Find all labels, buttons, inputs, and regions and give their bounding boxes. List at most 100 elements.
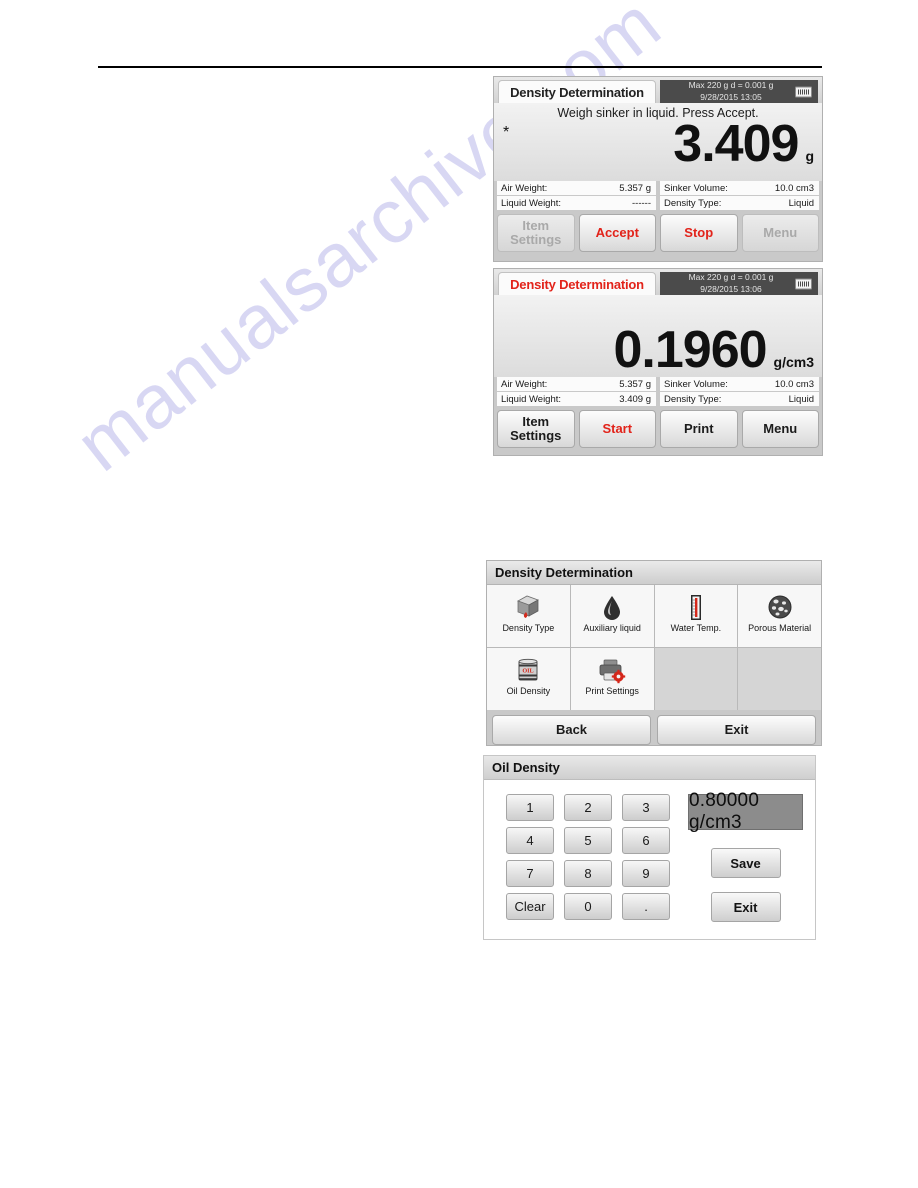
screen1-statusbar: Max 220 g d = 0.001 g 9/28/2015 13:05: [660, 80, 818, 103]
info-density-type: Density Type: Liquid: [660, 392, 819, 406]
screen1-button-row: Item Settings Accept Stop Menu: [494, 210, 822, 257]
key-5[interactable]: 5: [564, 827, 612, 854]
density-screen-weighing: Density Determination Max 220 g d = 0.00…: [493, 76, 823, 262]
numeric-keypad: 1 2 3 4 5 6 7 8 9 Clear 0 .: [506, 794, 670, 922]
info-liquid-weight-value: 3.409 g: [619, 393, 651, 405]
info-air-weight: Air Weight: 5.357 g: [497, 181, 656, 195]
key-clear[interactable]: Clear: [506, 893, 554, 920]
info-liquid-weight-label: Liquid Weight:: [501, 393, 562, 405]
menu-tile-label: Auxiliary liquid: [583, 623, 641, 633]
screen1-primary-unit: g: [805, 148, 814, 165]
oil-barrel-icon: OIL: [513, 653, 543, 687]
menu-tile-print-settings[interactable]: Print Settings: [570, 648, 654, 710]
menu-tile-empty-2: [738, 648, 821, 710]
density-menu-screen: Density Determination Density Type Auxil…: [486, 560, 822, 746]
screen1-titlebar: Density Determination Max 220 g d = 0.00…: [494, 77, 822, 103]
screen1-app-tab[interactable]: Density Determination: [498, 80, 656, 103]
cube-with-droplet-icon: [513, 590, 543, 624]
item-settings-button[interactable]: Item Settings: [497, 214, 575, 252]
info-liquid-weight-label: Liquid Weight:: [501, 197, 562, 209]
info-liquid-weight: Liquid Weight: ------: [497, 196, 656, 210]
menu-tile-density-type[interactable]: Density Type: [487, 585, 570, 647]
info-sinker-volume-value: 10.0 cm3: [774, 182, 814, 194]
menu-button[interactable]: Menu: [741, 214, 819, 252]
printer-gear-icon: [596, 653, 628, 687]
exit-button[interactable]: Exit: [710, 892, 781, 922]
screen2-statusbar: Max 220 g d = 0.001 g 9/28/2015 13:06: [660, 272, 818, 295]
stability-asterisk: *: [503, 124, 510, 141]
item-settings-line2: Settings: [510, 428, 562, 443]
printer-connector-icon: [795, 86, 812, 97]
menu-button[interactable]: Menu: [741, 410, 819, 448]
screen2-capacity-readability: Max 220 g d = 0.001 g: [688, 272, 774, 283]
key-2[interactable]: 2: [564, 794, 612, 821]
svg-text:OIL: OIL: [523, 667, 534, 674]
back-button[interactable]: Back: [492, 715, 651, 745]
info-sinker-volume-label: Sinker Volume:: [664, 182, 728, 194]
exit-button[interactable]: Exit: [657, 715, 816, 745]
menu-tile-label: Print Settings: [585, 686, 639, 696]
info-air-weight-label: Air Weight:: [501, 182, 548, 194]
info-density-type: Density Type: Liquid: [660, 196, 819, 210]
info-liquid-weight: Liquid Weight: 3.409 g: [497, 392, 656, 406]
info-sinker-volume-label: Sinker Volume:: [664, 378, 728, 390]
printer-connector-icon: [795, 278, 812, 289]
oil-density-keypad-screen: Oil Density 1 2 3 4 5 6 7 8 9 Clear 0 . …: [483, 755, 816, 940]
page-header-rule: [98, 66, 822, 68]
info-sinker-volume: Sinker Volume: 10.0 cm3: [660, 181, 819, 195]
key-decimal-point[interactable]: .: [622, 893, 670, 920]
menu-tile-label: Density Type: [502, 623, 555, 633]
key-8[interactable]: 8: [564, 860, 612, 887]
thermometer-icon: [681, 590, 711, 624]
info-liquid-weight-value: ------: [632, 197, 651, 209]
menu-tile-water-temp[interactable]: Water Temp.: [654, 585, 738, 647]
accept-button[interactable]: Accept: [578, 214, 656, 252]
save-button[interactable]: Save: [710, 848, 781, 878]
menu-icon-grid: Density Type Auxiliary liquid Water Temp…: [487, 585, 821, 710]
screen2-app-tab[interactable]: Density Determination: [498, 272, 656, 295]
screen2-primary-value: 0.1960: [613, 320, 767, 379]
screen2-info-grid: Air Weight: 5.357 g Sinker Volume: 10.0 …: [494, 377, 822, 406]
droplet-icon: [597, 590, 627, 624]
screen2-titlebar: Density Determination Max 220 g d = 0.00…: [494, 269, 822, 295]
screen1-capacity-readability: Max 220 g d = 0.001 g: [688, 80, 774, 91]
screen2-datetime: 9/28/2015 13:06: [700, 283, 762, 294]
porous-sphere-icon: [765, 590, 795, 624]
print-button[interactable]: Print: [660, 410, 738, 448]
screen1-weigh-area: Weigh sinker in liquid. Press Accept. * …: [494, 103, 822, 181]
keypad-action-buttons: Save Exit: [710, 848, 781, 922]
key-7[interactable]: 7: [506, 860, 554, 887]
info-sinker-volume-value: 10.0 cm3: [774, 378, 814, 390]
screen2-primary-unit: g/cm3: [773, 354, 814, 370]
info-air-weight-value: 5.357 g: [619, 182, 651, 194]
menu-tile-oil-density[interactable]: OIL Oil Density: [487, 648, 570, 710]
info-density-type-label: Density Type:: [664, 393, 722, 405]
menu-tile-porous-material[interactable]: Porous Material: [738, 585, 821, 647]
item-settings-button[interactable]: Item Settings: [497, 410, 575, 448]
key-1[interactable]: 1: [506, 794, 554, 821]
item-settings-line1: Item: [522, 413, 550, 429]
menu-header: Density Determination: [487, 561, 821, 585]
screen1-datetime: 9/28/2015 13:05: [700, 91, 762, 102]
key-6[interactable]: 6: [622, 827, 670, 854]
stop-button[interactable]: Stop: [660, 214, 738, 252]
key-9[interactable]: 9: [622, 860, 670, 887]
screen2-weigh-area: 0.1960 g/cm3: [494, 295, 822, 377]
start-button[interactable]: Start: [578, 410, 656, 448]
info-sinker-volume: Sinker Volume: 10.0 cm3: [660, 377, 819, 391]
menu-tile-auxiliary-liquid[interactable]: Auxiliary liquid: [570, 585, 654, 647]
oil-density-value-display[interactable]: 0.80000 g/cm3: [688, 790, 803, 833]
key-4[interactable]: 4: [506, 827, 554, 854]
info-density-type-value: Liquid: [788, 197, 814, 209]
menu-tile-label: Water Temp.: [670, 623, 722, 633]
key-0[interactable]: 0: [564, 893, 612, 920]
menu-tile-empty-1: [654, 648, 738, 710]
info-air-weight-label: Air Weight:: [501, 378, 548, 390]
key-3[interactable]: 3: [622, 794, 670, 821]
keypad-body: 1 2 3 4 5 6 7 8 9 Clear 0 . 0.80000 g/cm…: [484, 780, 815, 936]
keypad-right-column: 0.80000 g/cm3 Save Exit: [670, 790, 803, 922]
menu-tile-label: Oil Density: [506, 686, 551, 696]
menu-button-row: Back Exit: [487, 710, 821, 751]
item-settings-line2: Settings: [510, 232, 562, 247]
keypad-header: Oil Density: [484, 756, 815, 780]
